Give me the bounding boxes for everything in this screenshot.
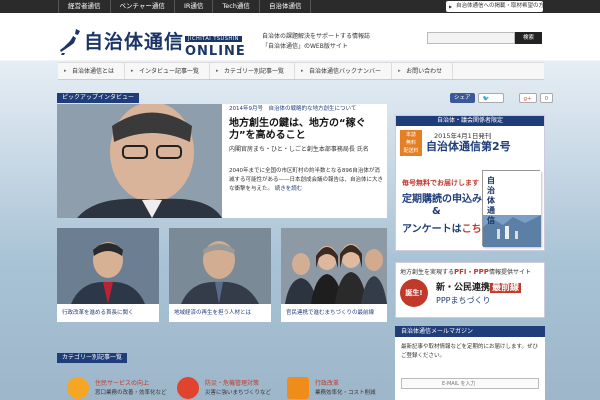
ppp-sub-a: 新・ [436,283,455,293]
megaphone-icon [177,377,199,399]
nav-item-categories[interactable]: カテゴリー別記事一覧 [210,63,296,80]
nav-item-backnumbers[interactable]: 自治体通信バックナンバー [295,63,393,80]
facebook-share-button[interactable]: シェア [450,93,475,103]
ppp-banner-text: 地方創生を実現するPFI・PPP情報提供サイト [400,267,531,277]
topnav-item-ir[interactable]: IR通信 [175,0,214,13]
portrait-image [57,104,222,218]
thumb-caption[interactable]: 官民連携で進むまちづくりの最前線 [281,304,387,322]
ppp-text-before: 地方創生を実現する [400,269,455,276]
topnav-item-venture[interactable]: ベンチャー通信 [111,0,175,13]
category-item[interactable]: 住民サービスの向上 窓口業務の改善・効率化など [57,372,167,400]
issue-title: 自治体通信第2号 [426,140,511,153]
site-tagline: 自治体の課題解決をサポートする情報誌 「自治体通信」のWEB版サイト [262,33,371,50]
interview-thumbnails: 行政改革を進める首長に聞く 地域経済の再生を担う人材とは 官民連携で進むまちづく… [57,228,387,328]
nav-item-about[interactable]: 自治体通信とは [58,63,126,80]
advertise-link[interactable]: 自治体通信への掲載・取材希望の方 [446,1,543,12]
category-section-label: カテゴリー別記事一覧 [57,353,128,363]
thumb-image [169,228,271,304]
ppp-text-after: 情報提供サイト [488,269,531,276]
japan-map-icon [60,29,80,55]
logo-title: 自治体通信 [84,31,185,53]
topnav-item-jichitai[interactable]: 自治体通信 [260,0,312,13]
thumb-card[interactable]: 地域経済の再生を担う人材とは [169,228,271,328]
logo-english: JICHITAI TSUSHIN [185,36,242,42]
feature-title[interactable]: 地方創生の鍵は、地方の“稼ぐ力”を高めること [229,118,384,142]
category-desc: 窓口業務の改善・効率化など [95,390,167,396]
feature-article[interactable]: 2014年9月号 自治体の戦略的な地方創生について 地方創生の鍵は、地方の“稼ぐ… [57,104,387,218]
banner-line-4a: アンケートは [402,224,462,235]
magazine-cover: 自治体通信 [482,170,541,247]
category-list: 住民サービスの向上 窓口業務の改善・効率化など 防災・危機管理対策 災害に強いま… [57,372,387,400]
mailmag-box: 自治体通信メールマガジン 最新記事や取材情報などを定期的にお届けします。ぜひご登… [395,326,545,400]
banner-line-3: & [432,206,441,217]
site-logo[interactable]: 自治体通信 JICHITAI TSUSHIN ONLINE [58,28,248,60]
banner-line-4: アンケートはこちら [402,220,492,235]
share-buttons: シェア 🐦 g+ 0 [450,93,554,103]
feature-info: 2014年9月号 自治体の戦略的な地方創生について 地方創生の鍵は、地方の“稼ぐ… [229,104,384,194]
category-title[interactable]: 住民サービスの向上 [95,378,149,387]
category-desc: 業務効率化・コスト削減 [315,390,376,396]
feature-meta: 2014年9月号 自治体の戦略的な地方創生について [229,106,357,112]
feature-body: 2040年までに全国の市区町村の約半数となる896自治体が消滅する可能性がある—… [229,167,384,194]
feature-photo[interactable] [57,104,222,218]
email-field[interactable] [401,378,539,389]
birth-stamp: 誕生! [400,279,428,307]
mailmag-desc: 最新記事や取材情報などを定期的にお届けします。ぜひご登録ください。 [401,344,538,359]
search-form: 検索 [427,32,544,44]
ppp-sub-b: 公民連携 [454,283,491,293]
twitter-bird-icon[interactable]: 🐦 [477,93,504,103]
thumb-image [57,228,159,304]
topnav-item-keieisha[interactable]: 経営者通信 [58,0,111,13]
category-title[interactable]: 行政改革 [315,378,339,387]
thumb-caption[interactable]: 地域経済の再生を担う人材とは [169,304,271,322]
gplus-count: 0 [539,93,554,103]
category-item[interactable]: 行政改革 業務効率化・コスト削減 [277,372,387,400]
category-desc: 災害に強いまちづくりなど [205,390,272,396]
main-nav: 自治体通信とは インタビュー記事一覧 カテゴリー別記事一覧 自治体通信バックナン… [58,62,544,80]
banner-line-2: 定期購読の申込み [402,194,482,205]
banner-strip: 自治体・議会関係者限定 [396,116,544,126]
search-input[interactable] [427,32,515,44]
banner-line-1: 毎号無料でお届けします [402,179,479,187]
nav-item-contact[interactable]: お問い合わせ [392,63,454,80]
thumb-image [281,228,387,304]
logo-online: ONLINE [185,44,246,59]
nav-item-interviews[interactable]: インタビュー記事一覧 [125,63,211,80]
ppp-text-pfi: PFI・PPP [454,268,489,276]
smile-icon [67,377,89,399]
thumb-caption[interactable]: 行政改革を進める首長に聞く [57,304,159,322]
category-item[interactable]: 防災・危機管理対策 災害に強いまちづくりなど [167,372,277,400]
feature-subtitle: 内閣官房まち・ひと・しごと創生本部事務局長 氏名 [229,146,369,153]
search-button[interactable]: 検索 [515,32,542,44]
ppp-logo: PPPまちづくり [436,296,491,305]
topnav-item-tech[interactable]: Tech通信 [213,0,260,13]
top-nav: 経営者通信 ベンチャー通信 IR通信 Tech通信 自治体通信 [58,0,312,13]
thumb-card[interactable]: 官民連携で進むまちづくりの最前線 [281,228,387,328]
ppp-banner[interactable]: 地方創生を実現するPFI・PPP情報提供サイト 誕生! 新・公民連携 最前線 PP… [395,262,545,318]
pickup-section-label: ピックアップインタビュー [57,93,140,103]
mailmag-heading: 自治体通信メールマガジン [395,326,545,337]
feature-body-text: 2040年までに全国の市区町村の約半数となる896自治体が消滅する可能性がある—… [229,168,384,192]
ppp-sub-c: 最前線 [490,283,522,293]
gplus-button[interactable]: g+ [518,93,537,103]
free-badge: 本誌 無料 配送料 全て0円 [400,130,422,162]
subscription-banner[interactable]: 自治体・議会関係者限定 本誌 無料 配送料 全て0円 2015年4月1日発刊 自… [395,115,545,251]
magazine-title: 自治体通信 [487,175,495,225]
ppp-subtitle: 新・公民連携 最前線 [436,280,522,293]
thumb-card[interactable]: 行政改革を進める首長に聞く [57,228,159,328]
read-more-link[interactable]: 続きを読む [275,186,303,192]
category-title[interactable]: 防災・危機管理対策 [205,378,259,387]
document-icon [287,377,309,399]
